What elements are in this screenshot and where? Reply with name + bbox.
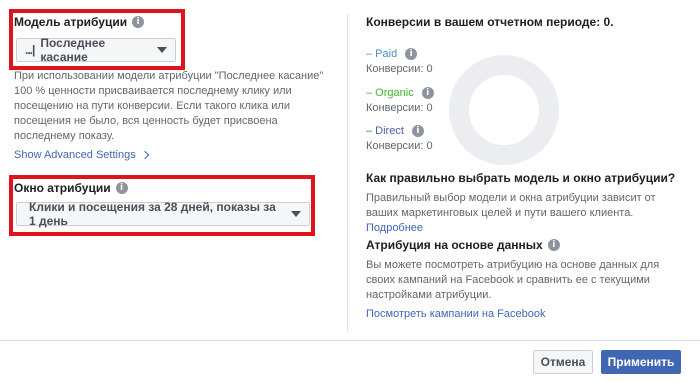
chevron-right-icon <box>140 150 149 160</box>
choose-model-text: Правильный выбор модели и окна атрибуции… <box>366 192 656 234</box>
column-divider <box>347 14 348 332</box>
info-icon[interactable]: i <box>115 182 128 194</box>
attribution-model-dropdown[interactable]: ...| Последнее касание <box>16 36 176 64</box>
attribution-window-dropdown[interactable]: Клики и посещения за 28 дней, показы за … <box>16 200 310 228</box>
cancel-button[interactable]: Отмена <box>533 350 593 374</box>
donut-ring <box>449 55 559 165</box>
data-attribution-text: Вы можете посмотреть атрибуцию на основе… <box>366 259 660 301</box>
conversions-donut-chart <box>449 55 559 165</box>
legend-name: – Direct <box>366 125 404 137</box>
info-icon[interactable]: i <box>547 239 560 251</box>
caret-down-icon <box>291 211 301 217</box>
footer-divider <box>0 340 700 341</box>
apply-button[interactable]: Применить <box>601 350 681 374</box>
data-attribution-title: Атрибуция на основе данных i <box>366 238 560 252</box>
choose-model-title: Как правильно выбрать модель и окно атри… <box>366 171 676 185</box>
show-advanced-settings-link[interactable]: Show Advanced Settings <box>14 149 149 161</box>
caret-down-icon <box>157 47 167 53</box>
window-label: Окно атрибуции i <box>14 181 128 195</box>
dropdown-value: Клики и посещения за 28 дней, показы за … <box>29 200 276 228</box>
conversions-title: Конверсии в вашем отчетном периоде: 0. <box>366 15 614 29</box>
legend-item-direct: – Direct i Конверсии: 0 <box>366 125 433 152</box>
legend-conversions: Конверсии: 0 <box>366 140 433 152</box>
info-icon[interactable]: i <box>132 16 145 28</box>
model-description: При использовании модели атрибуции "Посл… <box>14 70 324 142</box>
model-label: Модель атрибуции i <box>14 15 145 29</box>
info-icon[interactable]: i <box>421 87 434 99</box>
legend-item-organic: – Organic i Конверсии: 0 <box>366 87 434 114</box>
view-facebook-campaigns-link[interactable]: Посмотреть кампании на Facebook <box>366 308 545 320</box>
legend-name: – Paid <box>366 48 398 60</box>
legend-name: – Organic <box>366 87 414 99</box>
legend-item-paid: – Paid i Конверсии: 0 <box>366 48 433 75</box>
legend-conversions: Конверсии: 0 <box>366 63 433 75</box>
dropdown-prefix: ...| <box>25 43 35 57</box>
legend-conversions: Конверсии: 0 <box>366 102 433 114</box>
info-icon[interactable]: i <box>405 48 418 60</box>
info-icon[interactable]: i <box>411 125 424 137</box>
learn-more-link[interactable]: Подробнее <box>366 222 423 234</box>
dropdown-value: Последнее касание <box>40 36 106 64</box>
